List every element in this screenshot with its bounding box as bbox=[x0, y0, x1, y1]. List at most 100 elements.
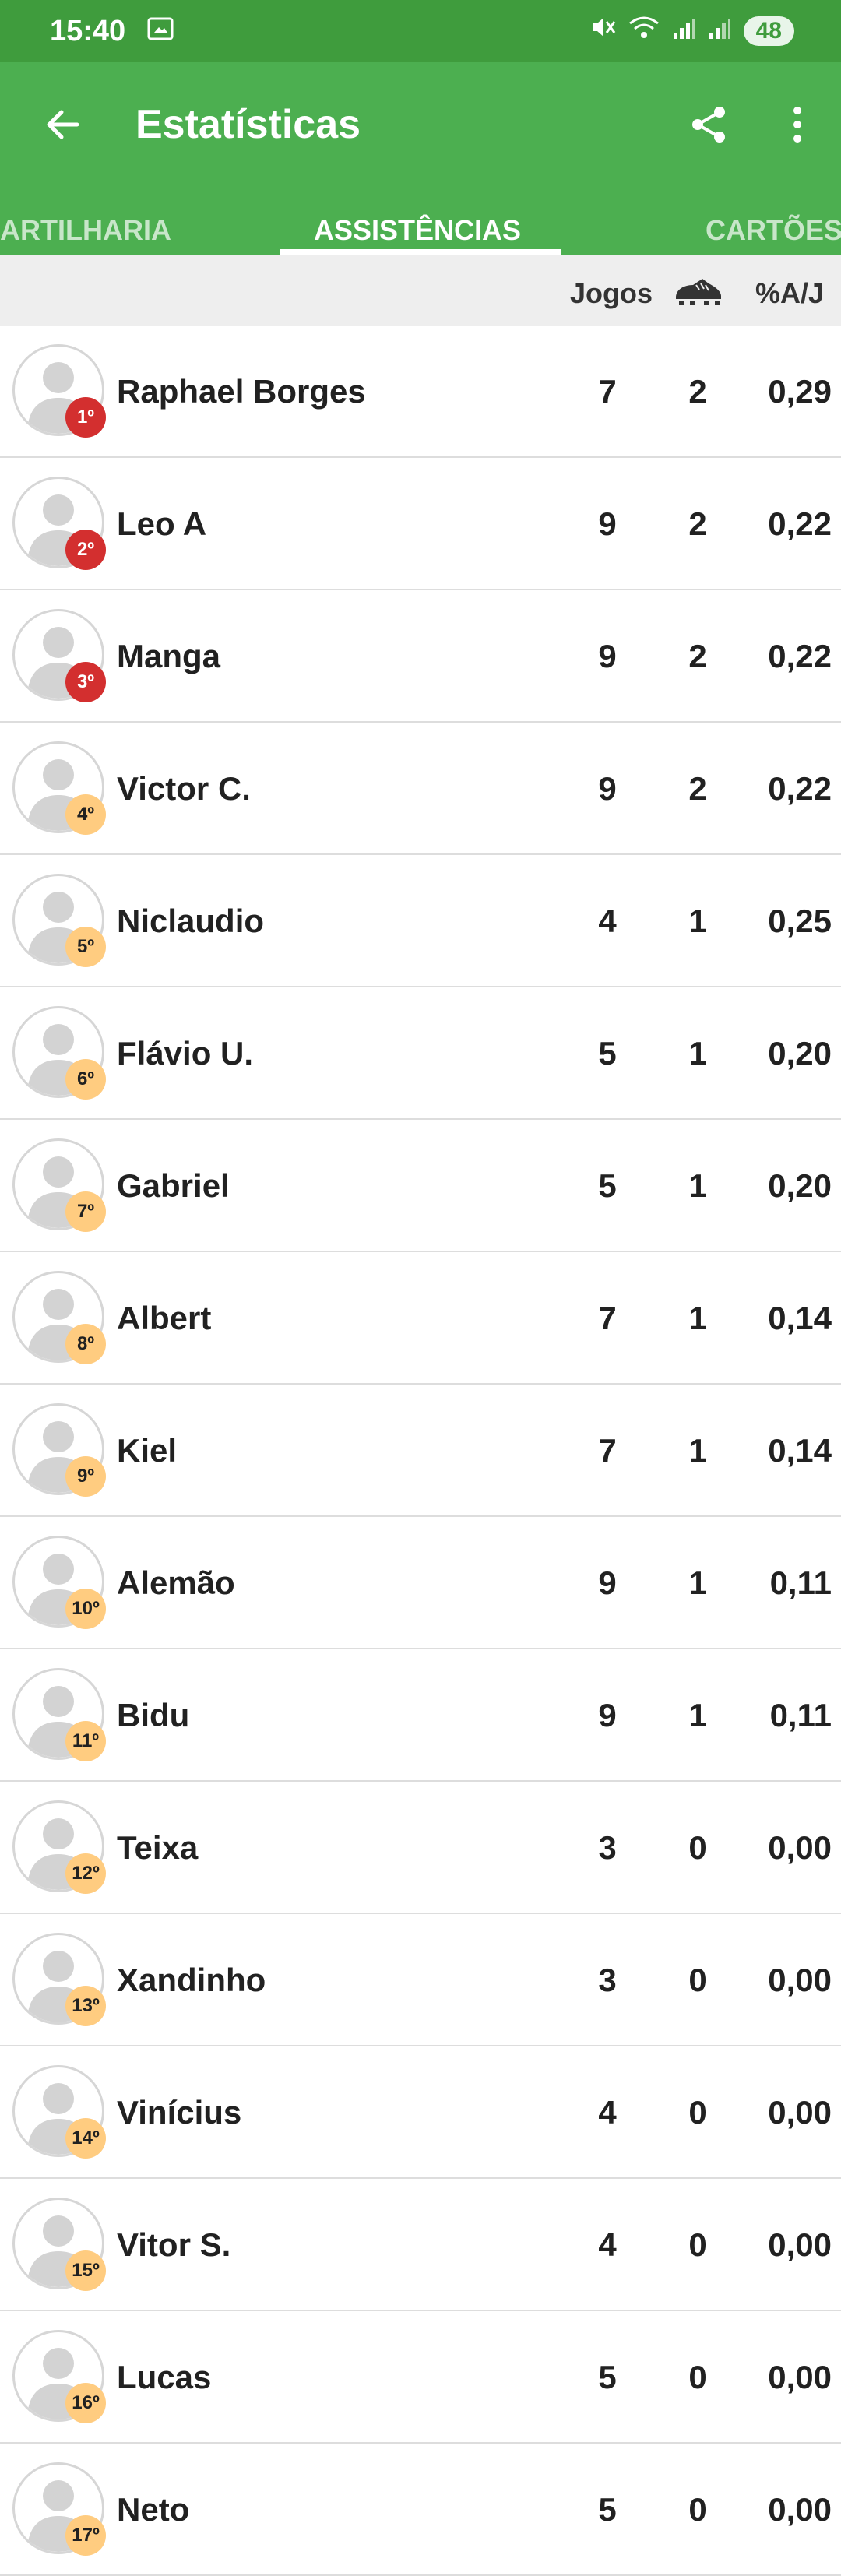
player-row[interactable]: 4º Victor C. 9 2 0,22 bbox=[0, 723, 841, 855]
tab-cartoes[interactable]: CARTÕES bbox=[706, 187, 841, 255]
player-name: Xandinho bbox=[117, 1962, 266, 1998]
stats-tabs: ARTILHARIA ASSISTÊNCIAS CARTÕES bbox=[0, 187, 841, 255]
app-bar: Estatísticas bbox=[0, 62, 841, 187]
player-row[interactable]: 6º Flávio U. 5 1 0,20 bbox=[0, 987, 841, 1120]
header-games: Jogos bbox=[570, 277, 653, 309]
back-button[interactable] bbox=[37, 100, 87, 150]
player-games: 5 bbox=[598, 2491, 617, 2528]
player-name: Victor C. bbox=[117, 770, 251, 807]
table-header: Jogos %A/J bbox=[0, 255, 841, 326]
player-name: Albert bbox=[117, 1300, 212, 1336]
rank-badge: 17º bbox=[65, 2515, 106, 2556]
player-name: Kiel bbox=[117, 1432, 178, 1469]
rank-badge: 16º bbox=[65, 2383, 106, 2423]
more-options-button[interactable] bbox=[772, 100, 822, 150]
signal-icon-1 bbox=[672, 15, 695, 48]
rank-badge: 2º bbox=[65, 530, 106, 570]
player-row[interactable]: 2º Leo A 9 2 0,22 bbox=[0, 458, 841, 590]
soccer-cleat-icon bbox=[673, 276, 724, 314]
rank-badge: 15º bbox=[65, 2250, 106, 2291]
player-games: 7 bbox=[598, 1432, 617, 1469]
player-games: 9 bbox=[598, 1697, 617, 1733]
player-games: 9 bbox=[598, 638, 617, 674]
share-button[interactable] bbox=[684, 100, 734, 150]
player-assists: 0 bbox=[688, 2226, 707, 2263]
player-pct: 0,20 bbox=[768, 1167, 832, 1204]
active-tab-indicator bbox=[280, 249, 561, 255]
player-games: 4 bbox=[598, 903, 617, 939]
player-pct: 0,00 bbox=[768, 1829, 832, 1866]
player-games: 7 bbox=[598, 373, 617, 410]
wifi-icon bbox=[628, 15, 660, 48]
player-row[interactable]: 9º Kiel 7 1 0,14 bbox=[0, 1385, 841, 1517]
player-assists: 2 bbox=[688, 373, 707, 410]
tab-artilharia[interactable]: ARTILHARIA bbox=[0, 187, 171, 255]
player-row[interactable]: 12º Teixa 3 0 0,00 bbox=[0, 1782, 841, 1914]
player-name: Niclaudio bbox=[117, 903, 265, 939]
player-assists: 2 bbox=[688, 770, 707, 807]
player-pct: 0,22 bbox=[768, 505, 832, 542]
player-row[interactable]: 10º Alemão 9 1 0,11 bbox=[0, 1517, 841, 1649]
player-row[interactable]: 13º Xandinho 3 0 0,00 bbox=[0, 1914, 841, 2046]
rank-badge: 5º bbox=[65, 927, 106, 967]
player-name: Vinícius bbox=[117, 2094, 242, 2131]
player-games: 9 bbox=[598, 1564, 617, 1601]
player-assists: 0 bbox=[688, 2491, 707, 2528]
player-row[interactable]: 14º Vinícius 4 0 0,00 bbox=[0, 2046, 841, 2179]
rank-badge: 14º bbox=[65, 2118, 106, 2159]
rank-badge: 6º bbox=[65, 1059, 106, 1100]
header-pct: %A/J bbox=[755, 277, 825, 309]
player-pct: 0,00 bbox=[768, 2094, 832, 2131]
player-pct: 0,00 bbox=[768, 2226, 832, 2263]
player-name: Raphael Borges bbox=[117, 373, 366, 410]
player-games: 5 bbox=[598, 1167, 617, 1204]
player-row[interactable]: 16º Lucas 5 0 0,00 bbox=[0, 2311, 841, 2444]
player-games: 5 bbox=[598, 1035, 617, 1072]
player-row[interactable]: 17º Neto 5 0 0,00 bbox=[0, 2444, 841, 2576]
player-assists: 1 bbox=[688, 1035, 707, 1072]
player-assists: 0 bbox=[688, 1829, 707, 1866]
player-games: 3 bbox=[598, 1962, 617, 1998]
player-name: Neto bbox=[117, 2491, 190, 2528]
back-arrow-icon bbox=[47, 110, 79, 139]
player-pct: 0,25 bbox=[768, 903, 832, 939]
player-assists: 1 bbox=[688, 1300, 707, 1336]
rank-badge: 3º bbox=[65, 662, 106, 702]
player-assists: 0 bbox=[688, 2094, 707, 2131]
player-games: 4 bbox=[598, 2226, 617, 2263]
player-assists: 1 bbox=[688, 1167, 707, 1204]
battery-indicator: 48 bbox=[743, 16, 794, 46]
player-pct: 0,11 bbox=[769, 1697, 832, 1733]
player-games: 9 bbox=[598, 770, 617, 807]
player-name: Teixa bbox=[117, 1829, 199, 1866]
player-row[interactable]: 11º Bidu 9 1 0,11 bbox=[0, 1649, 841, 1782]
player-name: Flávio U. bbox=[117, 1035, 254, 1072]
player-row[interactable]: 8º Albert 7 1 0,14 bbox=[0, 1252, 841, 1385]
player-assists: 1 bbox=[688, 903, 707, 939]
player-name: Lucas bbox=[117, 2359, 212, 2395]
player-assists: 2 bbox=[688, 505, 707, 542]
status-time: 15:40 bbox=[50, 14, 126, 48]
player-assists: 1 bbox=[688, 1432, 707, 1469]
player-row[interactable]: 5º Niclaudio 4 1 0,25 bbox=[0, 855, 841, 987]
player-list: 1º Raphael Borges 7 2 0,29 2º Leo A 9 2 … bbox=[0, 326, 841, 2576]
rank-badge: 8º bbox=[65, 1324, 106, 1364]
rank-badge: 13º bbox=[65, 1986, 106, 2026]
player-row[interactable]: 1º Raphael Borges 7 2 0,29 bbox=[0, 326, 841, 458]
player-row[interactable]: 15º Vitor S. 4 0 0,00 bbox=[0, 2179, 841, 2311]
player-row[interactable]: 7º Gabriel 5 1 0,20 bbox=[0, 1120, 841, 1252]
player-pct: 0,29 bbox=[768, 373, 832, 410]
player-name: Manga bbox=[117, 638, 221, 674]
rank-badge: 11º bbox=[65, 1721, 106, 1761]
player-name: Gabriel bbox=[117, 1167, 230, 1204]
player-row[interactable]: 3º Manga 9 2 0,22 bbox=[0, 590, 841, 723]
player-pct: 0,14 bbox=[768, 1432, 832, 1469]
status-bar: 15:40 48 bbox=[0, 0, 841, 62]
player-assists: 1 bbox=[688, 1564, 707, 1601]
mute-icon bbox=[589, 14, 616, 48]
tab-assistencias[interactable]: ASSISTÊNCIAS bbox=[314, 187, 521, 255]
player-pct: 0,00 bbox=[768, 2491, 832, 2528]
player-name: Alemão bbox=[117, 1564, 235, 1601]
player-pct: 0,00 bbox=[768, 2359, 832, 2395]
player-games: 5 bbox=[598, 2359, 617, 2395]
